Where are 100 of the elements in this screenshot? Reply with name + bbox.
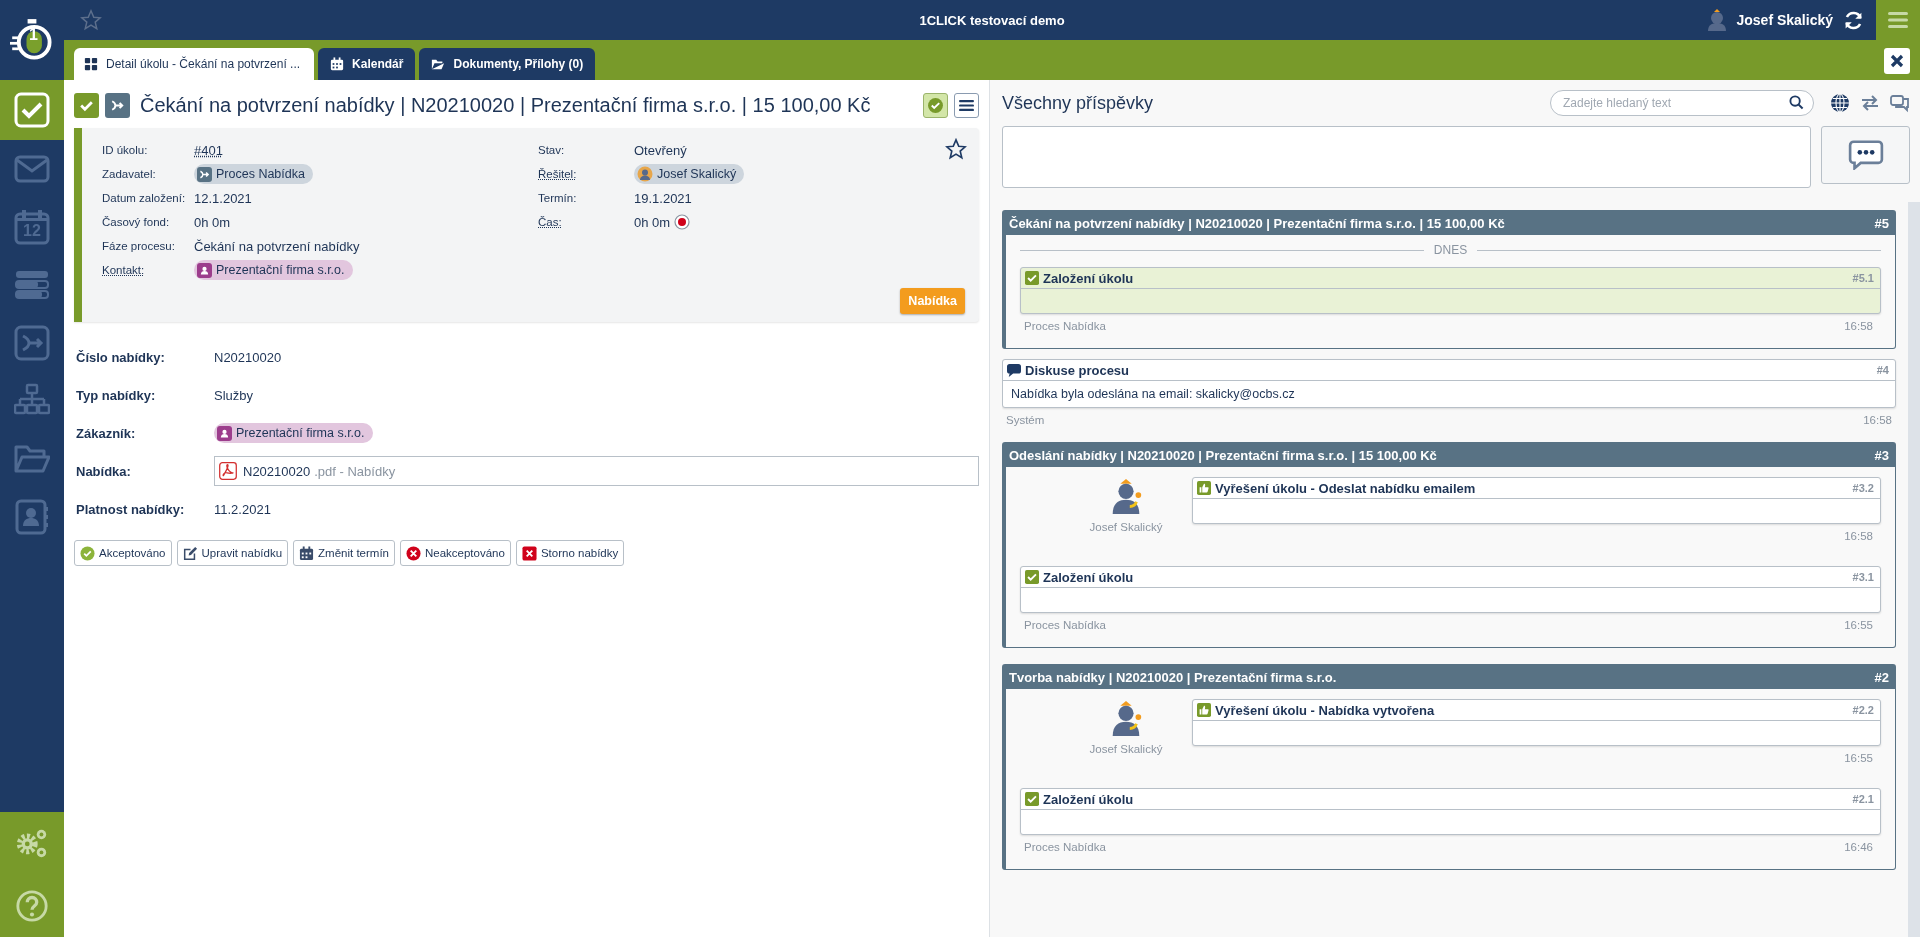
field-value: 0h 0m	[634, 214, 671, 230]
field-label: Kontakt:	[102, 264, 146, 276]
speech-bubble-icon	[1847, 140, 1884, 170]
calendar-icon	[14, 209, 50, 245]
thread-number: #5	[1874, 215, 1889, 231]
sidebar-tasks-item[interactable]	[0, 80, 64, 140]
author-name: Systém	[1006, 414, 1045, 426]
check-icon	[1025, 271, 1039, 285]
field-value: 12.1.2021	[194, 190, 252, 206]
speech-bubble-icon	[1007, 363, 1021, 377]
chat-icon[interactable]	[1890, 93, 1910, 113]
record-button-icon[interactable]	[674, 214, 691, 230]
check-icon	[1025, 792, 1039, 806]
date-divider-text: DNES	[1433, 243, 1468, 257]
customer-chip[interactable]: Prezentační firma s.r.o.	[214, 423, 373, 443]
task-id-link[interactable]: #401	[194, 142, 223, 158]
contact-icon	[197, 262, 212, 278]
search-icon	[1789, 95, 1804, 110]
field-value: N20210020	[214, 349, 282, 365]
thumbs-up-icon	[1197, 481, 1211, 495]
field-value: 0h 0m	[194, 214, 231, 230]
timestamp: 16:46	[1844, 841, 1873, 853]
thread-number: #3	[1874, 447, 1889, 463]
cancel-button[interactable]: Storno nabídky	[515, 540, 625, 566]
scrollbar[interactable]	[1908, 202, 1920, 937]
menu-icon	[959, 98, 974, 112]
reject-button[interactable]: Neakceptováno	[400, 540, 511, 566]
author-name: Proces Nabídka	[1024, 619, 1106, 631]
date-button[interactable]: Změnit termín	[293, 540, 395, 566]
check-circle-icon	[927, 96, 944, 114]
process-icon	[197, 166, 212, 182]
swap-arrows-icon[interactable]	[1860, 93, 1880, 113]
file-link[interactable]: N20210020	[243, 463, 311, 479]
refresh-icon[interactable]	[1843, 9, 1864, 31]
activity-number: #3.2	[1852, 482, 1874, 494]
edit-button[interactable]: Upravit nabídku	[176, 540, 289, 566]
field-value: 19.1.2021	[634, 190, 692, 206]
x-square-icon	[521, 545, 537, 561]
field-label: Nabídka:	[75, 463, 132, 479]
file-type-text: .pdf - Nabídky	[314, 463, 396, 479]
field-label: Čas:	[538, 216, 563, 228]
author-name: Proces Nabídka	[1024, 841, 1106, 853]
checkbox-icon	[14, 92, 50, 128]
stopwatch-logo: 1	[0, 0, 64, 80]
contact-chip[interactable]: Prezentační firma s.r.o.	[194, 260, 353, 280]
avatar-icon	[637, 166, 653, 182]
globe-icon[interactable]	[1830, 93, 1850, 113]
thread-title: Čekání na potvrzení nabídky | N20210020 | Prezentační firma s.r.o. | 15 100,00 Kč	[1009, 215, 1505, 231]
field-label: Termín:	[538, 192, 578, 204]
calendar-icon	[330, 57, 345, 71]
field-label: Datum založení:	[102, 192, 187, 204]
grid-icon	[84, 57, 98, 71]
send-comment-button[interactable]	[1821, 126, 1910, 184]
help-icon[interactable]	[15, 888, 49, 923]
tab[interactable]: Dokumenty, Přílohy (0)	[419, 48, 596, 80]
field-label: Zákazník:	[75, 425, 137, 441]
task-title: Čekání na potvrzení nabídky | N20210020 | Prezentační firma s.r.o. | 15 100,00 Kč	[140, 93, 871, 117]
process-chip[interactable]: Proces Nabídka	[194, 164, 313, 184]
calendar-icon	[299, 545, 315, 561]
author-name: Josef Skalický	[1089, 521, 1163, 533]
post-text: Nabídka byla odeslána na email: skalicky@ocbs.cz	[1010, 386, 1296, 403]
author-name: Josef Skalický	[1089, 743, 1163, 755]
activity-title: Vyřešení úkolu - Odeslat nabídku emailem	[1215, 480, 1476, 496]
timestamp: 16:58	[1863, 414, 1892, 426]
accept-button[interactable]: Akceptováno	[74, 540, 172, 566]
activity-title: Založení úkolu	[1043, 569, 1134, 585]
thread-number: #2	[1874, 669, 1889, 685]
contact-icon	[217, 425, 232, 441]
thread-title: Odeslání nabídky | N20210020 | Prezentační firma s.r.o. | 15 100,00 Kč	[1009, 447, 1437, 463]
author-name: Proces Nabídka	[1024, 320, 1106, 332]
search-field[interactable]: Zadejte hledaný text	[1550, 90, 1814, 116]
activity-number: #5.1	[1852, 272, 1874, 284]
favorite-star-icon[interactable]	[80, 9, 102, 31]
edit-icon	[182, 545, 198, 561]
activity-title: Vyřešení úkolu - Nabídka vytvořena	[1215, 702, 1435, 718]
user-name[interactable]: Josef Skalický	[1736, 12, 1833, 28]
user-chip[interactable]: Josef Skalický	[634, 164, 745, 184]
field-value: 11.2.2021	[214, 501, 271, 517]
pdf-file-icon	[219, 462, 237, 480]
check-circle-icon	[80, 545, 95, 561]
menu-icon	[1888, 11, 1908, 29]
tab[interactable]: Kalendář	[318, 48, 416, 80]
comments-title: Všechny příspěvky	[1002, 92, 1155, 114]
close-button[interactable]	[1884, 48, 1910, 74]
approve-button[interactable]	[923, 92, 948, 118]
thumbs-up-icon	[1197, 703, 1211, 717]
timestamp: 16:58	[1844, 320, 1873, 332]
field-value: Čekání na potvrzení nabídky	[194, 238, 360, 254]
folder-icon	[431, 57, 446, 71]
post-number: #4	[1876, 364, 1889, 376]
favorite-star-icon[interactable]	[945, 138, 967, 160]
menu-button[interactable]	[954, 92, 979, 118]
activity-number: #3.1	[1852, 571, 1874, 583]
field-value: Otevřený	[634, 142, 687, 158]
close-icon	[1889, 53, 1905, 69]
comment-input[interactable]	[1002, 126, 1811, 188]
tab[interactable]: Detail úkolu - Čekání na potvrzení ...	[74, 48, 315, 80]
field-label: Zadavatel:	[102, 168, 157, 180]
activity-number: #2.2	[1852, 704, 1874, 716]
timestamp: 16:58	[1844, 530, 1873, 542]
